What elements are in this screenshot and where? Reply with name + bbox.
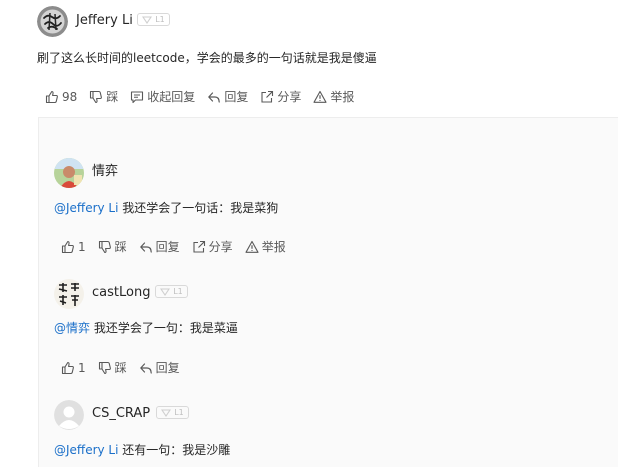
report-icon xyxy=(245,240,259,253)
share-label: 分享 xyxy=(208,240,233,254)
level-label: L1 xyxy=(155,14,165,24)
comment-icon xyxy=(131,91,144,104)
reply-text: @Jeffery Li 我还学会了一句话：我是菜狗 xyxy=(54,199,278,217)
level-badge: L1 xyxy=(155,285,188,298)
mention-link[interactable]: @Jeffery Li xyxy=(54,201,118,215)
dislike-icon xyxy=(90,90,103,104)
avatar-image xyxy=(54,279,84,309)
like-button[interactable]: 1 xyxy=(61,238,86,256)
dislike-icon xyxy=(98,361,111,375)
level-label: L1 xyxy=(173,286,183,296)
comment-text: 刷了这么长时间的leetcode，学会的最多的一句话就是我是傻逼 xyxy=(37,51,377,65)
reply-body: 我还学会了一句：我是菜逼 xyxy=(90,321,238,335)
dislike-label: 踩 xyxy=(106,90,119,104)
dislike-button[interactable]: 踩 xyxy=(98,359,127,377)
level-badge: L1 xyxy=(137,13,170,26)
username[interactable]: CS_CRAP xyxy=(92,404,150,424)
dislike-button[interactable]: 踩 xyxy=(98,238,127,256)
like-count: 1 xyxy=(78,240,86,254)
reply-actions: 1 踩 回复 xyxy=(61,359,192,377)
reply-button[interactable]: 回复 xyxy=(139,359,180,377)
share-icon xyxy=(193,240,205,253)
level-badge: L1 xyxy=(156,406,189,419)
level-badge-icon xyxy=(160,287,171,296)
comment-actions: 98 踩 收起回复 回复 分享 举报 xyxy=(45,88,366,106)
report-button[interactable]: 举报 xyxy=(313,88,354,106)
report-label: 举报 xyxy=(330,90,355,104)
report-button[interactable]: 举报 xyxy=(245,238,286,256)
avatar[interactable] xyxy=(54,279,84,309)
share-button[interactable]: 分享 xyxy=(192,238,233,256)
username[interactable]: castLong xyxy=(92,283,150,303)
like-button[interactable]: 1 xyxy=(61,359,86,377)
level-badge-icon xyxy=(161,408,172,417)
mention-link[interactable]: @情弈 xyxy=(54,321,90,335)
like-icon xyxy=(45,90,58,104)
reply-label: 回复 xyxy=(155,240,180,254)
share-label: 分享 xyxy=(277,90,302,104)
like-icon xyxy=(61,361,74,375)
report-icon xyxy=(313,90,327,103)
reply-text: @情弈 我还学会了一句：我是菜逼 xyxy=(54,319,238,337)
reply-button[interactable]: 回复 xyxy=(207,88,248,106)
reply-actions: 1 踩 回复 分享 举报 xyxy=(61,238,298,256)
like-count: 98 xyxy=(62,90,78,104)
avatar[interactable] xyxy=(54,158,84,188)
level-badge-icon xyxy=(142,15,153,24)
avatar-image xyxy=(54,158,84,188)
like-count: 1 xyxy=(78,361,86,375)
dislike-label: 踩 xyxy=(114,361,127,375)
reply-label: 回复 xyxy=(224,90,249,104)
share-icon xyxy=(261,90,274,103)
reply-icon xyxy=(208,92,221,103)
reply-body: 我还学会了一句话：我是菜狗 xyxy=(118,201,279,215)
like-icon xyxy=(61,240,74,254)
level-label: L1 xyxy=(174,407,184,417)
username[interactable]: Jeffery Li xyxy=(76,11,133,31)
reply-body: 还有一句：我是沙雕 xyxy=(118,443,231,457)
report-label: 举报 xyxy=(261,240,286,254)
avatar[interactable] xyxy=(37,6,68,37)
username[interactable]: 情弈 xyxy=(92,162,118,182)
dislike-icon xyxy=(98,240,111,254)
mention-link[interactable]: @Jeffery Li xyxy=(54,443,118,457)
collapse-label: 收起回复 xyxy=(147,90,196,104)
dislike-label: 踩 xyxy=(114,240,127,254)
reply-text: @Jeffery Li 还有一句：我是沙雕 xyxy=(54,441,230,459)
reply-label: 回复 xyxy=(155,361,180,375)
dislike-button[interactable]: 踩 xyxy=(89,88,118,106)
share-button[interactable]: 分享 xyxy=(260,88,301,106)
reply-icon xyxy=(139,242,152,253)
like-button[interactable]: 98 xyxy=(45,88,77,106)
default-avatar-icon xyxy=(54,400,84,430)
reply-list: 情弈 @Jeffery Li 我还学会了一句话：我是菜狗 1 踩 回复 分享 举… xyxy=(38,117,618,467)
reply-button[interactable]: 回复 xyxy=(139,238,180,256)
avatar[interactable] xyxy=(54,400,84,430)
collapse-replies-button[interactable]: 收起回复 xyxy=(130,88,195,106)
reply-icon xyxy=(139,363,152,374)
avatar-image xyxy=(37,6,68,37)
